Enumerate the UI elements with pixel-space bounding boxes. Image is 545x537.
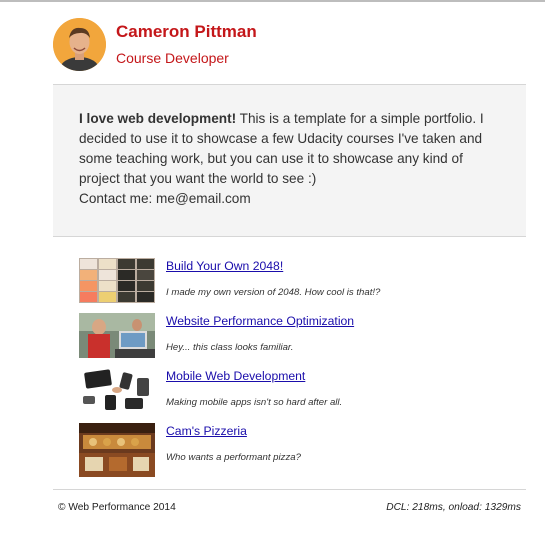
project-link-2048[interactable]: Build Your Own 2048! xyxy=(166,259,283,273)
project-link-mobile[interactable]: Mobile Web Development xyxy=(166,369,305,383)
project-thumbnail-pizzeria[interactable] xyxy=(79,423,155,477)
project-link-performance[interactable]: Website Performance Optimization xyxy=(166,314,354,328)
project-item: Cam's Pizzeria Who wants a performant pi… xyxy=(79,423,499,477)
intro-divider xyxy=(53,236,526,237)
intro-panel: I love web development! This is a templa… xyxy=(53,85,526,236)
profile-title: Course Developer xyxy=(116,50,229,66)
project-description: Hey... this class looks familiar. xyxy=(166,342,294,353)
project-description: Making mobile apps isn't so hard after a… xyxy=(166,397,343,408)
footer-perf-stats: DCL: 218ms, onload: 1329ms xyxy=(386,502,521,513)
project-thumbnail-2048[interactable] xyxy=(79,258,155,303)
project-item: Build Your Own 2048! I made my own versi… xyxy=(79,258,499,304)
project-description: I made my own version of 2048. How cool … xyxy=(166,287,381,298)
project-item: Mobile Web Development Making mobile app… xyxy=(79,368,499,414)
project-item: Website Performance Optimization Hey... … xyxy=(79,313,499,359)
profile-name: Cameron Pittman xyxy=(116,22,257,41)
footer-divider xyxy=(53,489,526,490)
profile-avatar xyxy=(53,18,106,71)
project-thumbnail-mobile[interactable] xyxy=(79,368,155,413)
intro-text: I love web development! This is a templa… xyxy=(79,109,499,209)
contact-line: Contact me: me@email.com xyxy=(79,191,251,206)
top-border xyxy=(0,0,545,2)
footer-copyright: © Web Performance 2014 xyxy=(58,502,176,513)
intro-headline: I love web development! xyxy=(79,111,237,126)
profile-header: Cameron Pittman Course Developer xyxy=(53,18,526,84)
project-thumbnail-performance[interactable] xyxy=(79,313,155,358)
project-description: Who wants a performant pizza? xyxy=(166,452,301,463)
project-link-pizzeria[interactable]: Cam's Pizzeria xyxy=(166,424,247,438)
